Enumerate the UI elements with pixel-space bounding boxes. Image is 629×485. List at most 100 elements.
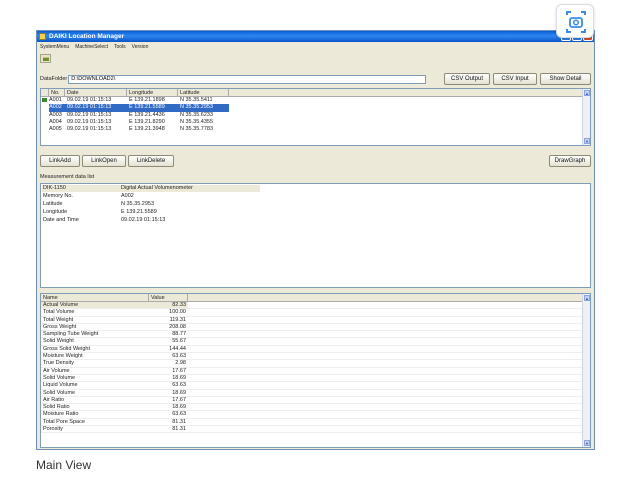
table-row[interactable]: A004 09.02.19 01:15:13 E 139.21.8290 N 3… (41, 119, 590, 126)
camera-scan-button[interactable] (556, 4, 594, 38)
value-number: 63.63 (172, 382, 186, 389)
table-row[interactable]: Solid Volume 18.69 (41, 390, 590, 397)
device-row: DIK-1150 Digital Actual Volumenometer (43, 185, 193, 192)
field-date-time: Date and Time 09.02.19 01:15:13 (43, 217, 166, 223)
scroll-up-icon[interactable]: ▲ (584, 90, 590, 96)
data-folder-row: DataFolder (40, 74, 427, 84)
value-name: Solid Volume (43, 374, 76, 381)
value-name: Solid Ratio (43, 404, 70, 411)
scroll-up-icon[interactable]: ▲ (584, 295, 590, 301)
table-row[interactable]: Actual Volume 82.33 (41, 302, 590, 310)
values-header: Name Value (41, 294, 590, 302)
title-bar[interactable]: DAIKI Location Manager (37, 31, 594, 42)
data-folder-label: DataFolder (40, 76, 68, 82)
value-name: Air Volume (43, 367, 70, 374)
csv-output-button[interactable]: CSV Output (444, 73, 490, 85)
menu-system[interactable]: SystemMenu (40, 43, 69, 52)
value-number: 82.33 (149, 302, 188, 309)
table-row[interactable]: Total Pore Space 81.31 (41, 418, 590, 427)
table-row[interactable]: Porosity 81.31 (41, 426, 590, 434)
device-id: DIK-1150 (43, 185, 66, 191)
table-row[interactable]: Total Volume 100.00 (41, 309, 590, 317)
table-row[interactable]: A001 09.02.19 01:15:13 E 139.21.1898 N 3… (41, 97, 590, 104)
value-number: 208.08 (169, 323, 186, 330)
table-row[interactable]: A005 09.02.19 01:15:13 E 139.21.3948 N 3… (41, 126, 590, 133)
show-detail-button[interactable]: Show Detail (540, 73, 591, 85)
value-name: Gross Weight (43, 323, 77, 330)
value-number: 17.67 (172, 367, 186, 374)
device-name: Digital Actual Volumenometer (121, 185, 193, 191)
app-icon (39, 33, 46, 40)
scroll-down-icon[interactable]: ▼ (584, 138, 590, 144)
values-grid[interactable]: Name Value Actual Volume 82.33 Total Volum… (40, 293, 591, 448)
records-scrollbar[interactable]: ▲ ▼ (582, 89, 590, 145)
open-folder-button[interactable] (40, 54, 51, 63)
menu-tools[interactable]: Tools (114, 43, 126, 52)
field-memory-no: Memory No. A002 (43, 193, 134, 199)
table-row[interactable]: Moisture Ratio 63.63 (41, 411, 590, 419)
records-grid[interactable]: No. Date Longitude Latitude A001 09.02.1… (40, 88, 591, 146)
values-scrollbar[interactable]: ▲ ▼ (582, 294, 590, 447)
values-body: Actual Volume 82.33 Total Volume 100.00 Tota… (41, 302, 590, 434)
table-row-selected[interactable]: A002 09.02.19 01:15:13 E 139.21.5589 N 3… (41, 104, 590, 112)
draw-graph-button[interactable]: DrawGraph (549, 155, 591, 167)
window-title: DAIKI Location Manager (49, 33, 125, 40)
table-row[interactable]: Gross Solid Weight 144.44 (41, 345, 590, 354)
value-name: Actual Volume (41, 302, 149, 309)
data-folder-input[interactable] (68, 74, 427, 84)
table-row[interactable]: True Density 2.98 (41, 360, 590, 368)
col-latitude[interactable]: Latitude (178, 89, 229, 96)
value-number: 63.63 (172, 411, 186, 418)
table-row[interactable]: Total Weight 119.31 (41, 317, 590, 324)
link-delete-button[interactable]: LinkDelete (128, 155, 174, 167)
table-row[interactable]: Gross Weight 208.08 (41, 323, 590, 332)
value-name: Porosity (43, 426, 63, 433)
value-name: Total Pore Space (43, 418, 85, 425)
link-add-button[interactable]: LinkAdd (40, 155, 80, 167)
col-name[interactable]: Name (41, 294, 149, 301)
value-number: 18.69 (172, 404, 186, 411)
scroll-down-icon[interactable]: ▼ (584, 440, 590, 446)
table-row[interactable]: Sampling Tube Weight 88.77 (41, 331, 590, 339)
caption: Main View (36, 458, 92, 472)
col-no[interactable]: No. (49, 89, 65, 96)
value-name: Total Volume (43, 309, 75, 316)
table-row[interactable]: Liquid Volume 63.63 (41, 382, 590, 390)
table-row[interactable]: Solid Ratio 18.69 (41, 404, 590, 412)
menu-bar: SystemMenu MachineSelect Tools Version (37, 43, 594, 52)
measurement-panel: DIK-1150 Digital Actual Volumenometer Me… (40, 183, 591, 288)
records-header: No. Date Longitude Latitude (41, 89, 590, 97)
value-number: 88.77 (172, 331, 186, 338)
value-number: 2.98 (175, 360, 186, 367)
col-date[interactable]: Date (65, 89, 127, 96)
field-longitude: Longitude E 139.21.5589 (43, 209, 157, 215)
table-row[interactable]: A003 09.02.19 01:15:13 E 139.21.4436 N 3… (41, 112, 590, 119)
col-value[interactable]: Value (149, 294, 188, 301)
table-row[interactable]: Air Volume 17.67 (41, 368, 590, 375)
value-name: Solid Weight (43, 338, 74, 345)
table-row[interactable]: Solid Weight 55.67 (41, 338, 590, 346)
menu-machine-select[interactable]: MachineSelect (75, 43, 108, 52)
value-name: Air Ratio (43, 396, 65, 403)
col-longitude[interactable]: Longitude (127, 89, 178, 96)
value-name: Sampling Tube Weight (43, 331, 99, 338)
value-number: 18.69 (172, 374, 186, 381)
field-latitude: Latitude N 35.35.2953 (43, 201, 155, 207)
table-row[interactable]: Air Ratio 17.67 (41, 396, 590, 405)
menu-version[interactable]: Version (132, 43, 149, 52)
link-open-button[interactable]: LinkOpen (82, 155, 126, 167)
csv-input-button[interactable]: CSV Input (493, 73, 537, 85)
value-name: Solid Volume (43, 389, 76, 396)
value-name: True Density (43, 360, 74, 367)
value-number: 100.00 (169, 309, 186, 316)
value-number: 18.69 (172, 389, 186, 396)
camera-scan-icon (566, 11, 586, 33)
value-name: Gross Solid Weight (43, 345, 90, 352)
value-number: 81.31 (172, 426, 186, 433)
table-row[interactable]: Moisture Weight 63.63 (41, 353, 590, 361)
value-number: 55.67 (172, 338, 186, 345)
folder-open-icon (43, 57, 49, 61)
value-name: Liquid Volume (43, 382, 78, 389)
app-window: DAIKI Location Manager SystemMenu Machin… (36, 30, 595, 450)
table-row[interactable]: Solid Volume 18.69 (41, 374, 590, 383)
